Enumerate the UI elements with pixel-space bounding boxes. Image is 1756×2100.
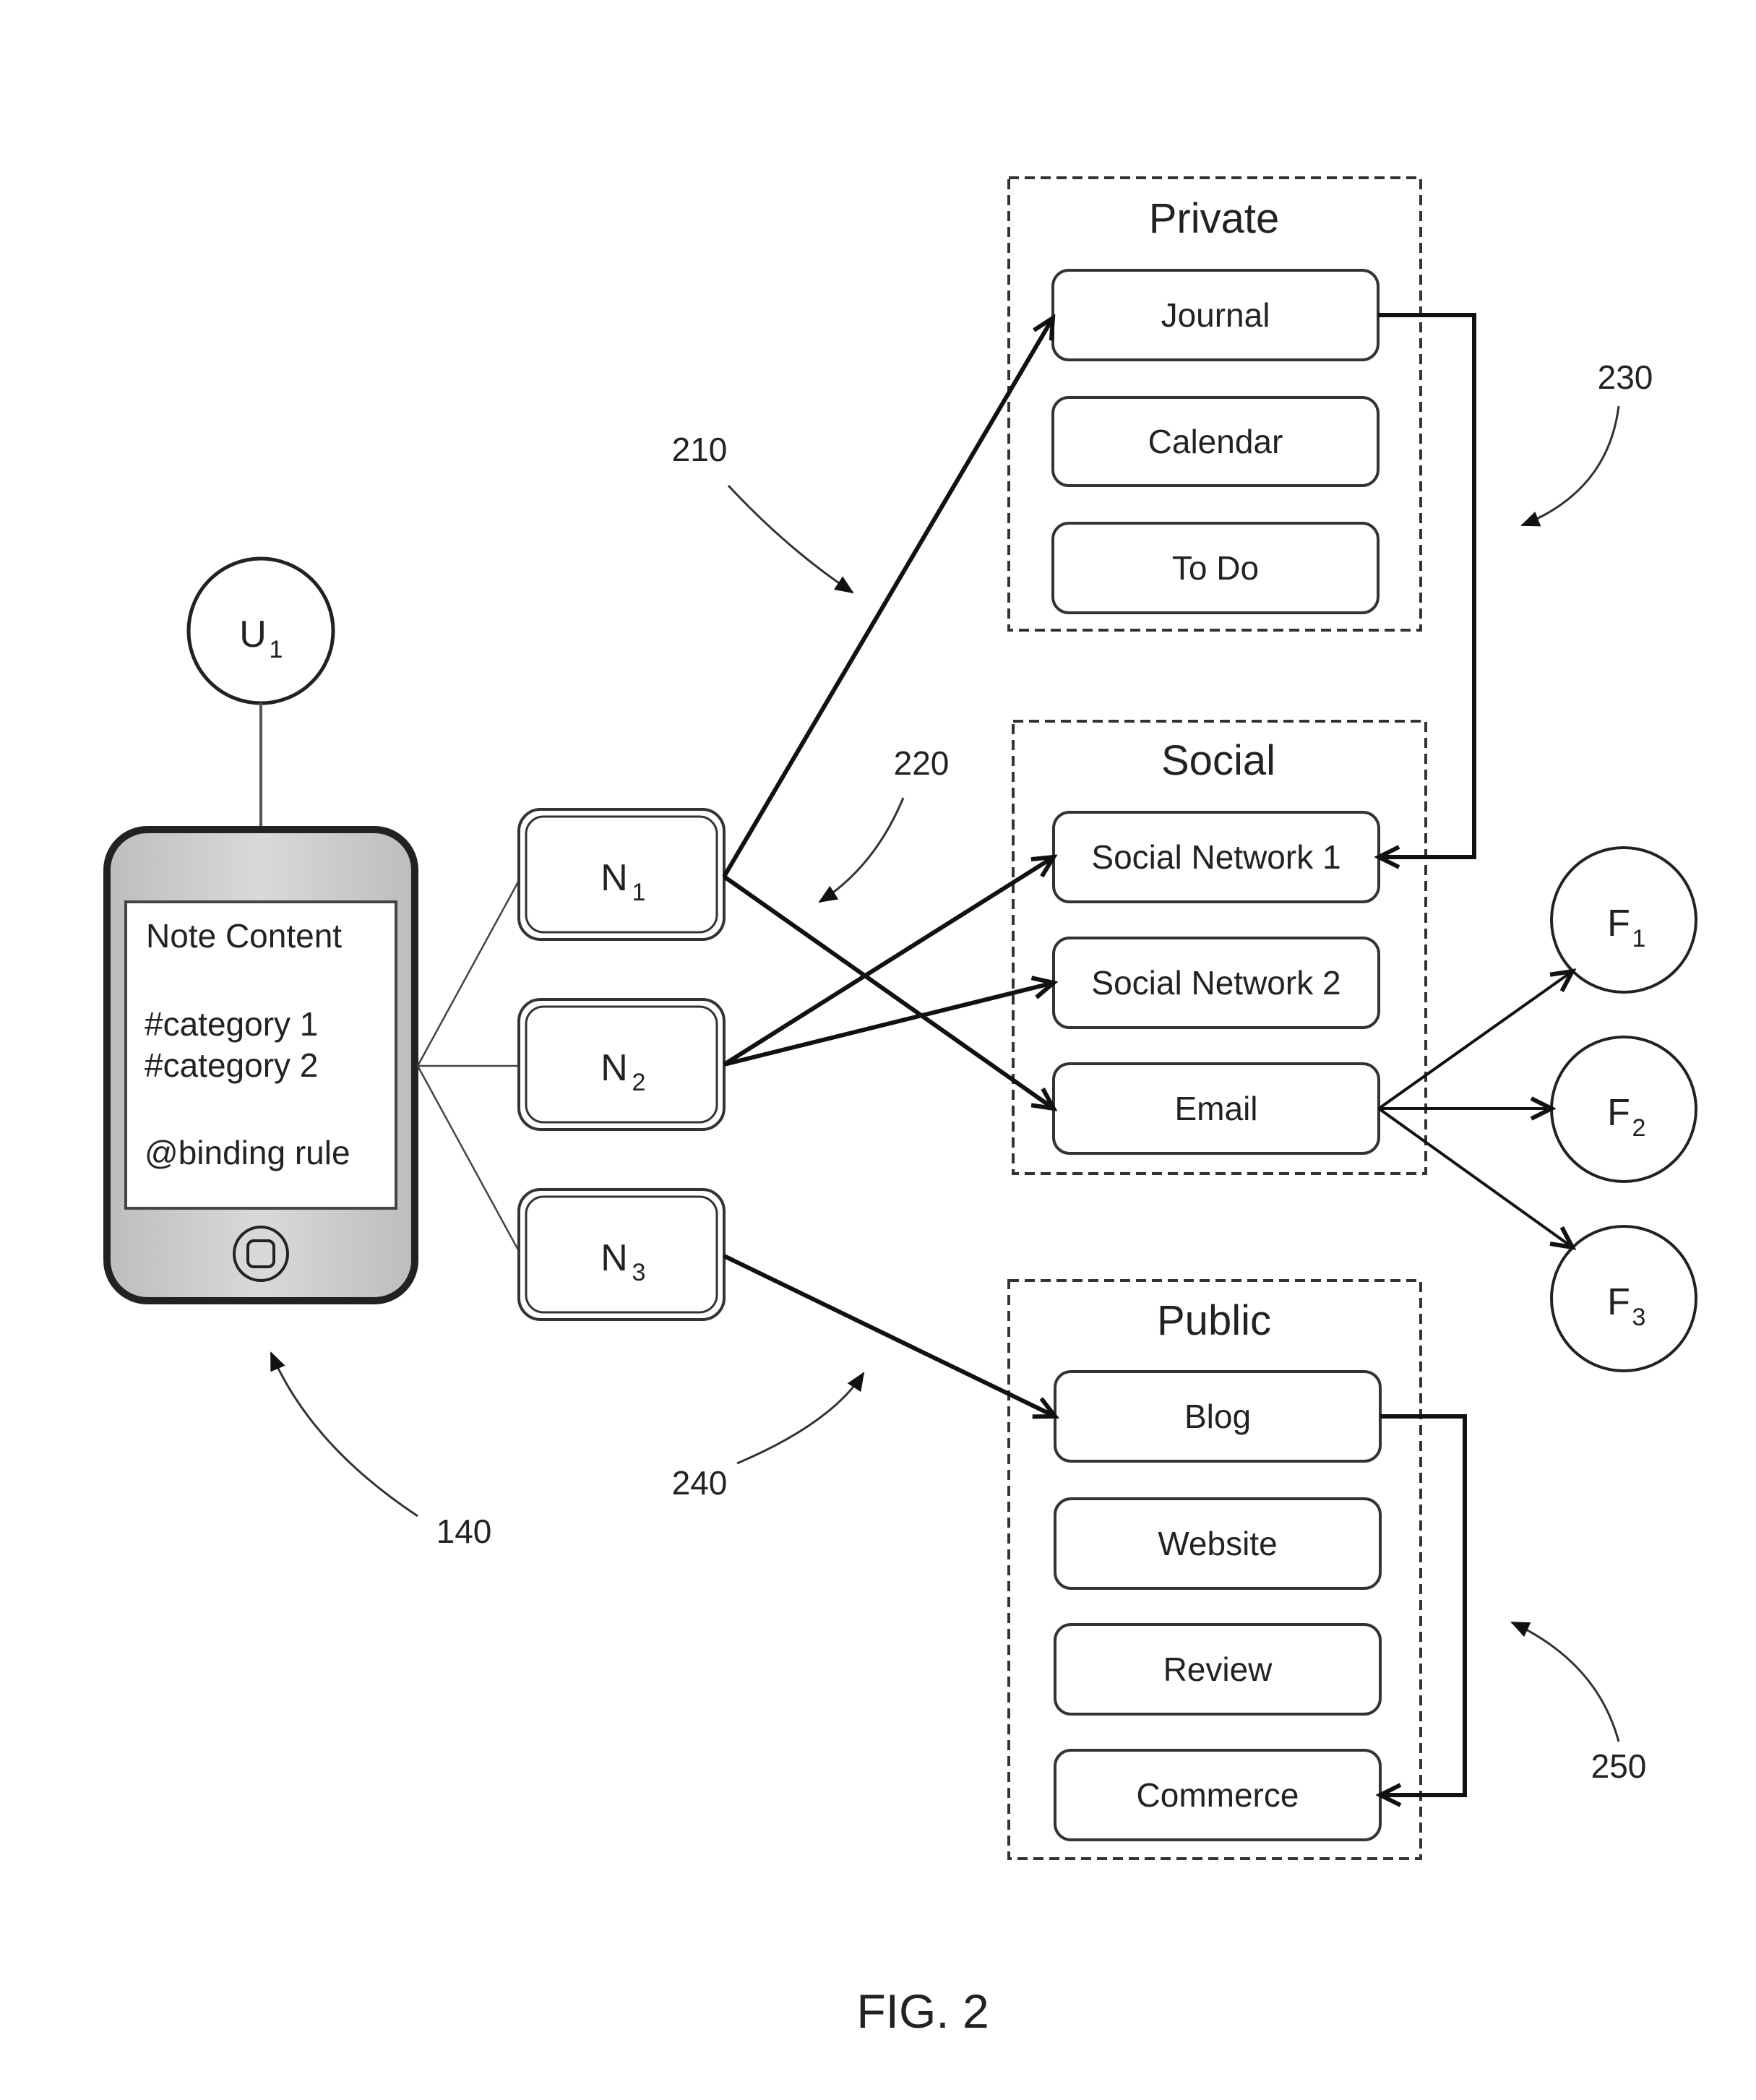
item-todo-label: To Do (1172, 549, 1259, 587)
item-website-label: Website (1158, 1525, 1277, 1562)
note-node-n2: N 2 (517, 998, 726, 1131)
item-website[interactable]: Website (1054, 1497, 1382, 1590)
n3-label: N (601, 1237, 628, 1279)
f3-label: F (1607, 1281, 1630, 1323)
group-private: Private Journal Calendar To Do (1007, 176, 1422, 632)
reference-labels: 210 220 230 240 250 140 (270, 358, 1653, 1785)
arrow-email-f1 (1377, 971, 1572, 1110)
diagram-canvas: U 1 Note Content #category 1 #category 2… (103, 176, 1697, 2038)
item-email[interactable]: Email (1052, 1062, 1380, 1155)
leader-arrow-250 (1510, 1621, 1620, 1742)
item-email-label: Email (1174, 1090, 1257, 1127)
item-social-network-1-label: Social Network 1 (1091, 838, 1340, 876)
arrow-n2-social-network-1 (723, 857, 1054, 1067)
item-review[interactable]: Review (1054, 1623, 1382, 1716)
n1-label: N (601, 857, 628, 899)
leader-arrow-220 (818, 797, 905, 903)
group-private-title: Private (1149, 195, 1280, 242)
device-note-links (416, 877, 522, 1255)
email-friend-arrows (1377, 971, 1572, 1247)
item-commerce-label: Commerce (1137, 1776, 1299, 1814)
n2-subscript: 2 (632, 1069, 646, 1096)
f2-subscript: 2 (1632, 1114, 1646, 1142)
item-commerce[interactable]: Commerce (1054, 1749, 1382, 1841)
note-category-2-line: #category 2 (145, 1046, 318, 1084)
f1-label: F (1607, 903, 1630, 944)
ref-230: 230 (1598, 358, 1653, 396)
item-social-network-1[interactable]: Social Network 1 (1052, 811, 1380, 903)
note-category-1-line: #category 1 (145, 1005, 318, 1043)
item-social-network-2-label: Social Network 2 (1091, 964, 1340, 1002)
leader-arrow-210 (727, 484, 854, 594)
n2-label: N (601, 1047, 628, 1089)
user-node: U 1 (186, 556, 335, 705)
ref-250: 250 (1591, 1747, 1647, 1785)
note-node-n3: N 3 (517, 1188, 726, 1321)
f1-subscript: 1 (1632, 925, 1646, 952)
f2-label: F (1607, 1092, 1630, 1134)
item-blog[interactable]: Blog (1054, 1370, 1382, 1463)
friend-node-f1: F 1 (1550, 846, 1697, 994)
home-button-icon (233, 1226, 289, 1282)
ref-140: 140 (436, 1512, 492, 1550)
item-blog-label: Blog (1184, 1398, 1251, 1435)
arrow-n3-blog (723, 1254, 1055, 1416)
item-calendar[interactable]: Calendar (1051, 396, 1380, 487)
item-journal[interactable]: Journal (1051, 269, 1380, 361)
figure-caption: FIG. 2 (856, 1984, 989, 2038)
item-social-network-2[interactable]: Social Network 2 (1052, 937, 1380, 1029)
group-public: Public Blog Website Review Commerce (1007, 1279, 1422, 1860)
device-to-n1-link (416, 877, 522, 1067)
friend-node-f2: F 2 (1550, 1036, 1697, 1183)
group-public-title: Public (1157, 1297, 1271, 1344)
arrow-blog-commerce (1380, 1414, 1467, 1795)
group-social-title: Social (1161, 737, 1275, 784)
user-label: U (239, 614, 267, 655)
n1-subscript: 1 (632, 879, 646, 906)
item-journal-label: Journal (1161, 296, 1270, 334)
note-content-line: Note Content (146, 917, 342, 955)
arrow-email-f3 (1377, 1107, 1572, 1247)
leader-arrow-230 (1520, 405, 1620, 527)
user-subscript: 1 (270, 636, 283, 663)
friend-node-f3: F 3 (1550, 1225, 1697, 1372)
device-to-n3-link (416, 1065, 522, 1255)
device: Note Content #category 1 #category 2 @bi… (103, 826, 418, 1304)
note-binding-rule-line: @binding rule (145, 1134, 350, 1171)
f3-subscript: 3 (1632, 1304, 1646, 1331)
leader-arrow-240 (736, 1372, 865, 1465)
item-todo[interactable]: To Do (1051, 522, 1380, 614)
arrow-n1-email (723, 874, 1054, 1109)
item-review-label: Review (1163, 1651, 1273, 1688)
group-social: Social Social Network 1 Social Network 2… (1012, 720, 1427, 1175)
item-calendar-label: Calendar (1148, 423, 1283, 460)
n3-subscript: 3 (632, 1259, 646, 1286)
leader-arrow-140 (270, 1351, 418, 1518)
ref-240: 240 (672, 1464, 728, 1502)
arrow-n1-journal (722, 318, 1053, 878)
ref-220: 220 (894, 744, 950, 782)
ref-210: 210 (672, 431, 728, 468)
note-node-n1: N 1 (517, 808, 726, 941)
